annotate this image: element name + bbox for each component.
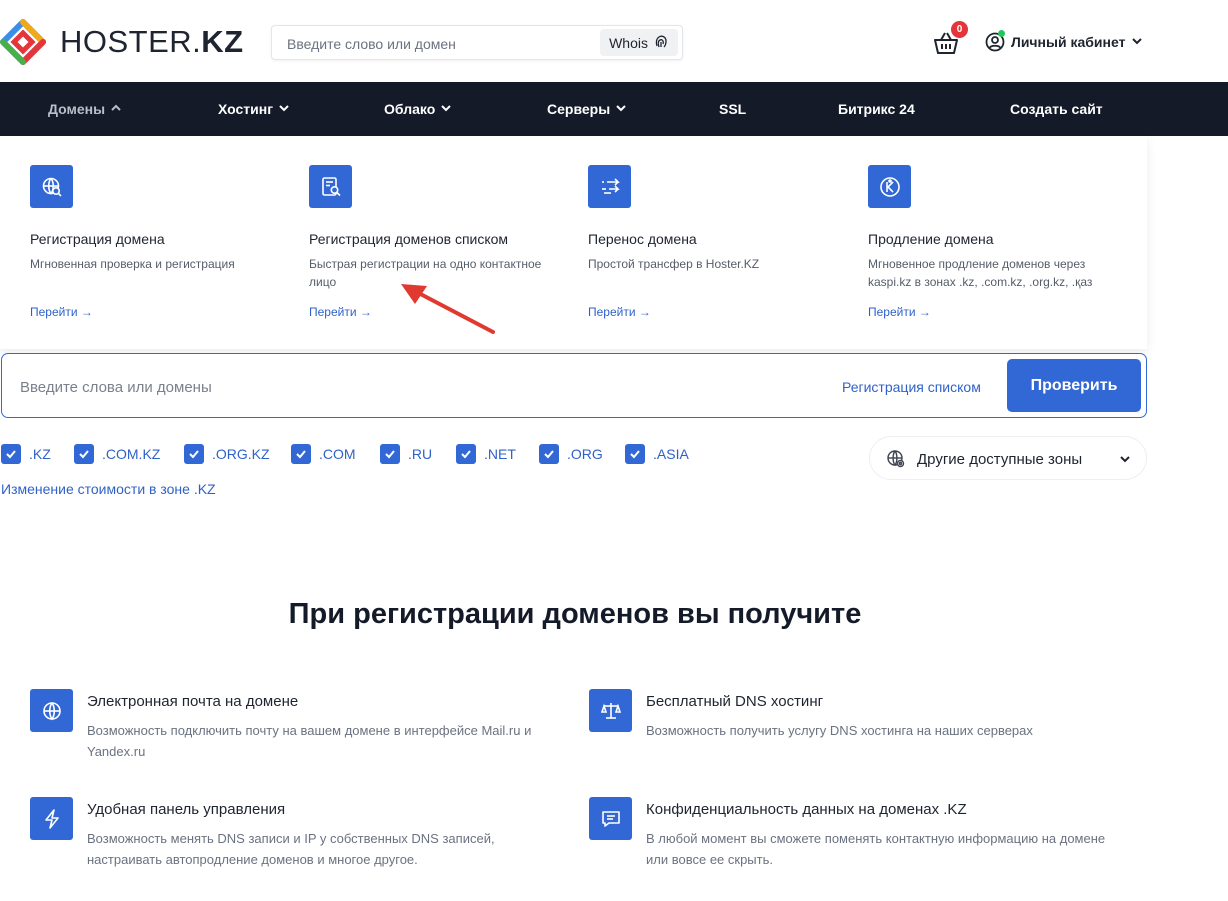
- dropdown-card-register-list[interactable]: Регистрация доменов списком Быстрая реги…: [309, 165, 569, 319]
- zone-checkbox-kz[interactable]: .KZ: [1, 444, 51, 464]
- scales-icon: [589, 689, 632, 732]
- zone-checkbox-net[interactable]: .NET: [456, 444, 516, 464]
- card-title: Регистрация домена: [30, 231, 165, 247]
- chevron-down-icon: [615, 101, 627, 117]
- transfer-icon: [588, 165, 631, 208]
- card-link[interactable]: Перейти →: [588, 305, 651, 319]
- price-change-link[interactable]: Изменение стоимости в зоне .KZ: [1, 481, 216, 497]
- zone-label: .ASIA: [653, 446, 689, 462]
- nav-item-label: Серверы: [547, 101, 611, 117]
- dropdown-card-transfer[interactable]: Перенос домена Простой трансфер в Hoster…: [588, 165, 848, 319]
- benefit-title: Бесплатный DNS хостинг: [646, 693, 824, 710]
- checkbox-checked-icon[interactable]: [184, 444, 204, 464]
- card-title: Продление домена: [868, 231, 994, 247]
- zone-checkbox-org-kz[interactable]: .ORG.KZ: [184, 444, 270, 464]
- checkbox-checked-icon[interactable]: [625, 444, 645, 464]
- nav-item-label: Хостинг: [218, 101, 274, 117]
- account-label: Личный кабинет: [1011, 34, 1126, 50]
- dropdown-card-register[interactable]: Регистрация домена Мгновенная проверка и…: [30, 165, 290, 319]
- benefit-title: Удобная панель управления: [87, 801, 286, 818]
- nav-item-servers[interactable]: Серверы: [547, 82, 627, 136]
- nav-item-label: Домены: [48, 101, 106, 117]
- online-status-dot: [998, 30, 1005, 37]
- zone-label: .RU: [408, 446, 433, 462]
- nav-item-domains[interactable]: Домены: [48, 82, 122, 136]
- card-link[interactable]: Перейти →: [30, 305, 93, 319]
- nav-item-create-site[interactable]: Создать сайт: [1010, 82, 1103, 136]
- zone-label: .NET: [484, 446, 516, 462]
- checkbox-checked-icon[interactable]: [74, 444, 94, 464]
- nav-item-label: Создать сайт: [1010, 101, 1103, 117]
- whois-label: Whois: [609, 34, 648, 51]
- logo-text[interactable]: HOSTER.KZ: [60, 24, 244, 60]
- zone-label: .ORG: [567, 446, 603, 462]
- check-button[interactable]: Проверить: [1007, 359, 1141, 412]
- globe-search-icon: [30, 165, 73, 208]
- card-desc: Простой трансфер в Hoster.KZ: [588, 257, 760, 271]
- header-search-input[interactable]: Введите слово или домен: [287, 36, 456, 52]
- zone-label: .COM.KZ: [102, 446, 161, 462]
- fingerprint-icon: [653, 33, 669, 52]
- checkbox-checked-icon[interactable]: [456, 444, 476, 464]
- header-search[interactable]: Введите слово или домен Whois: [271, 25, 683, 60]
- zone-checkbox-com[interactable]: .COM: [291, 444, 356, 464]
- nav-item-bitrix[interactable]: Битрикс 24: [838, 82, 915, 136]
- domains-dropdown: Регистрация домена Мгновенная проверка и…: [0, 136, 1147, 349]
- kaspi-icon: [868, 165, 911, 208]
- nav-item-label: Облако: [384, 101, 436, 117]
- nav-item-cloud[interactable]: Облако: [384, 82, 452, 136]
- dropdown-card-renew[interactable]: Продление домена Мгновенное продление до…: [868, 165, 1128, 319]
- checkbox-checked-icon[interactable]: [1, 444, 21, 464]
- annotation-arrow-icon: [401, 284, 495, 334]
- domain-search-input[interactable]: Введите слова или домены: [20, 379, 212, 396]
- main-nav: Домены Хостинг Облако Серверы SSL Битрик…: [0, 82, 1228, 136]
- other-zones-label: Другие доступные зоны: [917, 451, 1083, 468]
- card-desc: Мгновенная проверка и регистрация: [30, 257, 235, 271]
- chevron-down-icon: [278, 101, 290, 117]
- chevron-down-icon: [440, 101, 452, 117]
- zone-checkbox-ru[interactable]: .RU: [380, 444, 432, 464]
- register-list-link[interactable]: Регистрация списком: [842, 379, 981, 395]
- zone-label: .COM: [319, 446, 356, 462]
- card-desc: Мгновенное продление доменов через kaspi…: [868, 257, 1093, 289]
- logo-icon[interactable]: [0, 19, 46, 65]
- checkbox-checked-icon[interactable]: [291, 444, 311, 464]
- whois-button[interactable]: Whois: [600, 29, 678, 56]
- nav-item-label: Битрикс 24: [838, 101, 915, 117]
- card-link[interactable]: Перейти →: [309, 305, 372, 319]
- card-title: Регистрация доменов списком: [309, 231, 509, 247]
- globe-icon: [30, 689, 73, 732]
- benefit-desc: Возможность получить услугу DNS хостинга…: [646, 723, 1033, 738]
- lightning-icon: [30, 797, 73, 840]
- section-title: При регистрации доменов вы получите: [288, 598, 862, 630]
- zone-checkbox-org[interactable]: .ORG: [539, 444, 603, 464]
- other-zones-dropdown[interactable]: Другие доступные зоны: [869, 436, 1147, 480]
- user-icon: [985, 30, 1005, 52]
- zone-checkbox-com-kz[interactable]: .COM.KZ: [74, 444, 160, 464]
- zone-label: .KZ: [29, 446, 51, 462]
- list-search-icon: [309, 165, 352, 208]
- benefit-title: Конфиденциальность данных на доменах .KZ: [646, 801, 967, 818]
- benefit-desc: В любой момент вы сможете поменять конта…: [646, 831, 1106, 867]
- nav-item-label: SSL: [719, 101, 747, 117]
- benefit-desc: Возможность менять DNS записи и IP у соб…: [87, 831, 495, 867]
- globe-settings-icon: [886, 449, 906, 474]
- account-menu[interactable]: Личный кабинет: [985, 30, 1143, 52]
- card-title: Перенос домена: [588, 231, 697, 247]
- benefit-desc: Возможность подключить почту на вашем до…: [87, 723, 532, 759]
- nav-item-hosting[interactable]: Хостинг: [218, 82, 290, 136]
- chevron-down-icon: [1118, 452, 1132, 471]
- card-link[interactable]: Перейти →: [868, 305, 931, 319]
- nav-item-ssl[interactable]: SSL: [719, 82, 746, 136]
- cart-count-badge: 0: [951, 21, 968, 38]
- zone-checkbox-asia[interactable]: .ASIA: [625, 444, 689, 464]
- zone-label: .ORG.KZ: [212, 446, 270, 462]
- message-icon: [589, 797, 632, 840]
- chevron-up-icon: [110, 101, 122, 117]
- benefit-title: Электронная почта на домене: [87, 693, 299, 710]
- domain-search-box[interactable]: Введите слова или домены Регистрация спи…: [1, 353, 1147, 418]
- checkbox-checked-icon[interactable]: [539, 444, 559, 464]
- checkbox-checked-icon[interactable]: [380, 444, 400, 464]
- chevron-down-icon: [1131, 34, 1143, 50]
